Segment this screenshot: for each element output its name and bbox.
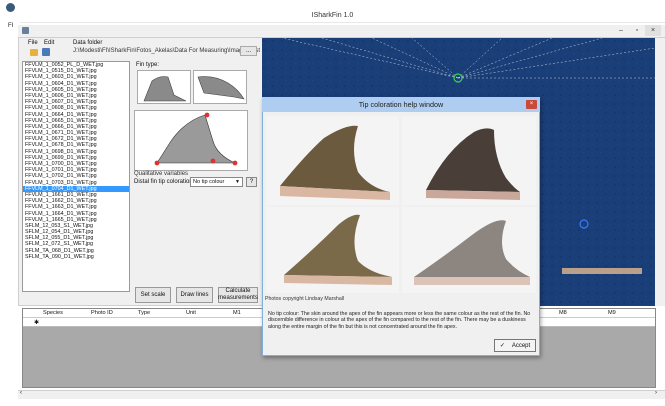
scroll-right-icon[interactable]: › [655, 390, 657, 396]
fin-type-option-dorsal[interactable] [137, 70, 191, 104]
set-scale-button[interactable]: Set scale [135, 287, 171, 303]
fin-photo-example-4 [402, 207, 536, 293]
dialog-title: Tip coloration help window [358, 100, 444, 109]
fin-photo-example-2 [402, 116, 536, 205]
child-window-bar [18, 25, 665, 37]
file-list[interactable]: FFVLM_1_0052_PL_D_WET.jpg FFVLM_1_0515_D1… [22, 61, 130, 292]
tip-help-button[interactable]: ? [246, 177, 257, 187]
child-window-icon [22, 27, 29, 34]
browse-folder-button[interactable]: ... [240, 46, 257, 56]
accept-label: Accept [511, 342, 531, 349]
fin-type-label: Fin type: [136, 62, 160, 68]
col-species[interactable]: Species [43, 310, 63, 316]
fin-photo-example-1 [266, 116, 399, 205]
col-m8[interactable]: M8 [559, 310, 567, 316]
list-item[interactable]: SFLM_TA_090_D1_WET.jpg [23, 254, 129, 260]
distal-tip-value: No tip colour [193, 179, 225, 185]
fin-type-option-pectoral[interactable] [193, 70, 247, 104]
col-photo-id[interactable]: Photo ID [91, 310, 113, 316]
calculate-measurements-button[interactable]: Calculate measurements [218, 287, 258, 303]
close-button[interactable]: × [645, 25, 661, 36]
app-icon [6, 3, 15, 12]
new-row-marker: ✱ [34, 320, 40, 326]
fin-landmark-diagram [134, 110, 248, 171]
coloration-description: No tip colour: The skin around the apex … [268, 311, 531, 330]
data-folder-label: Data folder [73, 40, 103, 46]
col-m9[interactable]: M9 [608, 310, 616, 316]
dialog-close-button[interactable]: × [526, 100, 537, 109]
data-folder-path: J:\Modesti\FI\ISharkFin\Fotos_Akelas\Dat… [73, 48, 266, 54]
photo-copyright: Photos copyright Lindsay Marshall [265, 296, 345, 302]
window-title: ISharkFin 1.0 [311, 12, 354, 19]
qualitative-variables-label: Qualitative variables [134, 171, 189, 177]
vertical-scrollbar[interactable] [655, 38, 665, 306]
divider [20, 22, 665, 23]
open-folder-icon[interactable] [30, 49, 38, 56]
distal-tip-label: Distal fin tip coloration: [134, 179, 195, 185]
chevron-down-icon: ▼ [235, 179, 240, 185]
check-icon: ✓ [499, 343, 505, 349]
distal-tip-select[interactable]: No tip colour ▼ [190, 177, 243, 187]
minimize-button[interactable]: – [613, 25, 629, 36]
horizontal-scrollbar[interactable] [18, 390, 665, 399]
background-window-label: FI [8, 23, 14, 29]
col-m1[interactable]: M1 [233, 310, 241, 316]
menu-edit[interactable]: Edit [44, 40, 54, 46]
accept-button[interactable]: ✓ Accept [494, 339, 536, 352]
draw-lines-button[interactable]: Draw lines [176, 287, 213, 303]
menu-file[interactable]: File [28, 40, 38, 46]
maximize-button[interactable]: ▫ [629, 25, 645, 36]
col-type[interactable]: Type [138, 310, 150, 316]
scroll-left-icon[interactable]: ‹ [20, 390, 22, 396]
fin-photo-example-3 [266, 207, 399, 293]
save-icon[interactable] [42, 48, 50, 56]
col-unit[interactable]: Unit [186, 310, 196, 316]
